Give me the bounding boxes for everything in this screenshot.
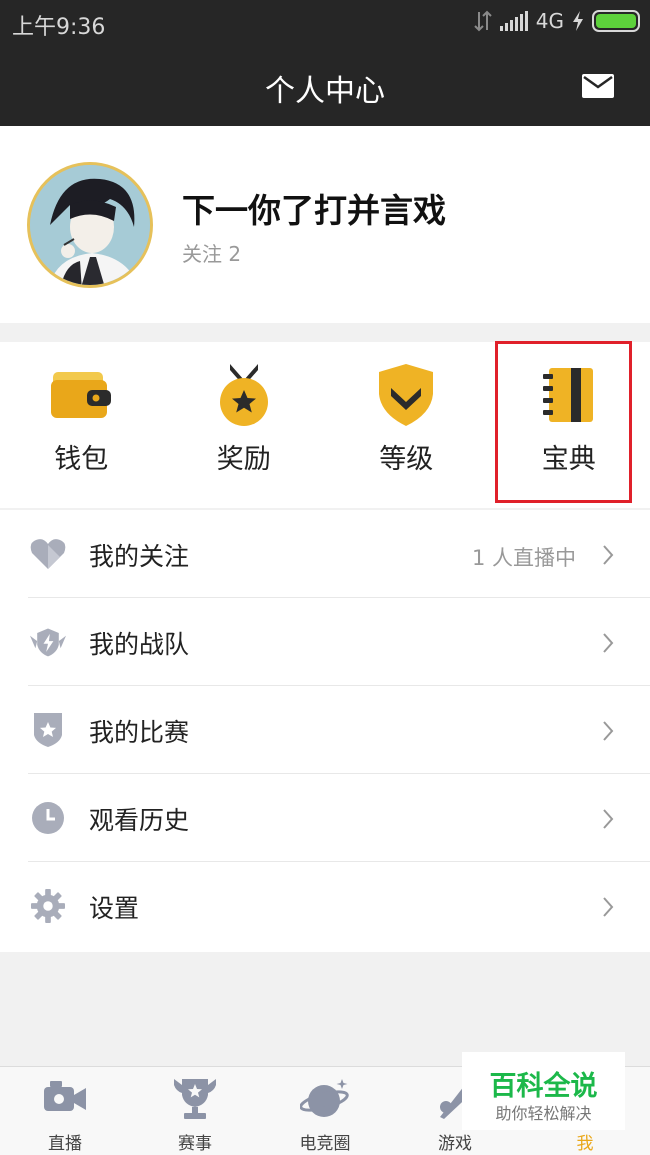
video-camera-icon (44, 1081, 86, 1111)
avatar[interactable] (27, 162, 153, 288)
nav-label: 我 (576, 1134, 594, 1154)
chevron-right-icon (603, 633, 614, 653)
title-bar: 个人中心 (0, 48, 650, 126)
page-title: 个人中心 (265, 74, 385, 109)
nav-label: 电竞圈 (299, 1134, 351, 1154)
nav-events[interactable]: 赛事 (140, 1067, 250, 1155)
nav-label: 赛事 (178, 1134, 212, 1154)
watermark-subtitle: 助你轻松解决 (495, 1104, 592, 1123)
menu-label: 观看历史 (89, 806, 190, 835)
status-time: 上午9:36 (12, 15, 106, 40)
live-count: 1 人直播中 (471, 546, 576, 570)
star-badge-icon (34, 713, 62, 747)
status-bar: 上午9:36 4G (0, 0, 650, 48)
clock-icon (32, 802, 64, 834)
menu-item-team[interactable]: 我的战队 (0, 598, 650, 686)
signal-icon (499, 11, 528, 31)
profile-card[interactable]: 下一你了打并言戏 关注 2 (0, 126, 650, 323)
watermark-title: 百科全说 (489, 1071, 598, 1102)
tile-reward[interactable]: 奖励 (163, 342, 326, 508)
avatar-image (30, 165, 150, 285)
nav-label: 直播 (48, 1134, 82, 1154)
battery-icon (592, 10, 640, 32)
menu-label: 设置 (89, 894, 140, 923)
heart-tag-icon (30, 539, 66, 569)
network-type: 4G (535, 9, 564, 33)
menu-item-settings[interactable]: 设置 (0, 862, 650, 950)
chevron-right-icon (603, 545, 614, 565)
highlight-box (495, 341, 632, 503)
tile-label: 等级 (379, 444, 434, 475)
mail-icon[interactable] (582, 74, 614, 98)
planet-icon (300, 1079, 349, 1117)
tile-label: 奖励 (216, 444, 271, 475)
nickname: 下一你了打并言戏 (182, 191, 446, 230)
tile-wallet[interactable]: 钱包 (0, 342, 163, 508)
tile-label: 钱包 (54, 444, 109, 475)
data-transfer-icon (474, 10, 492, 32)
menu-label: 我的比赛 (89, 718, 190, 747)
team-shield-icon (30, 628, 66, 657)
chevron-right-icon (603, 809, 614, 829)
menu-label: 我的战队 (89, 630, 190, 659)
nav-esports-circle[interactable]: 电竞圈 (270, 1067, 380, 1155)
menu-item-following[interactable]: 我的关注 1 人直播中 (0, 510, 650, 598)
trophy-icon (174, 1079, 216, 1119)
nav-live[interactable]: 直播 (10, 1067, 120, 1155)
menu-list: 我的关注 1 人直播中 我的战队 我的比赛 观看历史 设置 (0, 510, 650, 952)
gear-icon (31, 889, 65, 923)
wallet-icon (51, 372, 112, 418)
medal-icon (219, 364, 268, 426)
chevron-right-icon (603, 721, 614, 741)
menu-label: 我的关注 (89, 542, 190, 571)
status-icons: 4G (474, 9, 640, 33)
follow-count[interactable]: 关注 2 (182, 238, 241, 267)
menu-item-matches[interactable]: 我的比赛 (0, 686, 650, 774)
nav-label: 游戏 (438, 1134, 472, 1154)
chevron-right-icon (603, 897, 614, 917)
tile-level[interactable]: 等级 (325, 342, 488, 508)
watermark: 百科全说 助你轻松解决 (462, 1052, 625, 1130)
menu-item-history[interactable]: 观看历史 (0, 774, 650, 862)
shield-chevron-icon (379, 364, 434, 426)
charging-icon (573, 11, 583, 31)
